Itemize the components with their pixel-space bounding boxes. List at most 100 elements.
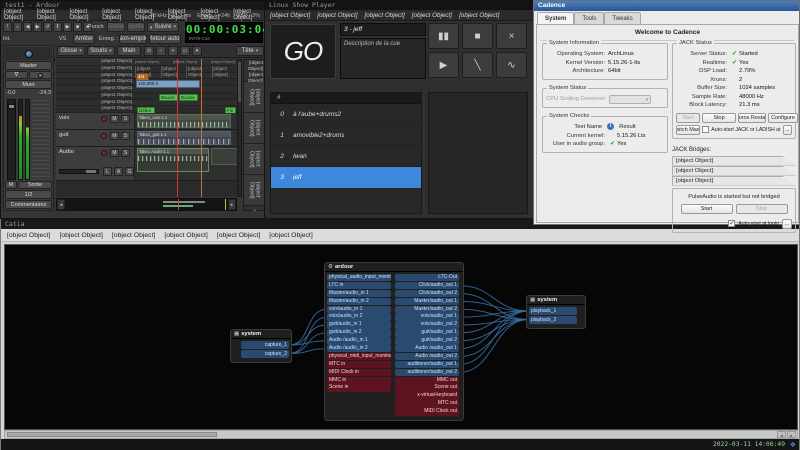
input-port[interactable]: guit/audio_in 1 bbox=[327, 321, 391, 328]
tab-tweaks[interactable]: Tweaks bbox=[604, 12, 640, 24]
mouse-mode-dropdown[interactable]: Souris bbox=[87, 46, 115, 56]
input-port[interactable]: Audio /audio_in 1 bbox=[327, 337, 391, 344]
mute-button[interactable]: Muet bbox=[5, 80, 52, 89]
menu-item[interactable]: [object Object] bbox=[4, 9, 33, 21]
input-port[interactable]: Audio /audio_in 2 bbox=[327, 345, 391, 352]
peak-display[interactable]: -24,3 bbox=[38, 90, 51, 98]
zoom-focus-button[interactable]: ⊙ bbox=[144, 46, 154, 56]
jack-start-button[interactable]: Start bbox=[676, 113, 700, 123]
zoom-preset-button[interactable]: ▾ bbox=[192, 46, 202, 56]
solo-button[interactable]: S bbox=[121, 115, 130, 123]
summary-right-arrow[interactable]: ▸ bbox=[228, 199, 236, 210]
layered-mode-button[interactable]: Non-empilé bbox=[119, 34, 147, 44]
fade-curve-button[interactable]: ∿ bbox=[496, 52, 527, 78]
editor-vscrollbar[interactable] bbox=[237, 59, 242, 197]
record-arm-button[interactable] bbox=[101, 116, 107, 122]
input-port[interactable]: Master/audio_in 1 bbox=[327, 290, 391, 297]
track-row[interactable]: voix M S Take1_voix-1.1 bbox=[56, 113, 237, 130]
ardour-node[interactable]: ⚙ ardour physical_audio_input_monitor_en… bbox=[324, 262, 464, 421]
zoom-fit-button[interactable]: ▭ bbox=[180, 46, 190, 56]
grab-mode-button[interactable]: Main bbox=[117, 46, 141, 56]
input-port[interactable]: physical_midi_input_monitor_enable bbox=[327, 353, 391, 360]
phase-invert-button[interactable]: ∇ bbox=[5, 71, 28, 79]
mute-button[interactable]: M bbox=[110, 149, 119, 157]
track-header[interactable]: guit M S bbox=[56, 130, 135, 146]
cue-row[interactable]: 1 amovible2+drums bbox=[271, 125, 421, 146]
output-port[interactable]: voix/audio_out 2 bbox=[395, 321, 459, 328]
menu-item[interactable]: [object Object] bbox=[412, 12, 452, 19]
audio-output-port[interactable]: capture_1 bbox=[241, 341, 289, 349]
gain-fader[interactable] bbox=[7, 99, 16, 180]
zoom-out-button[interactable]: − bbox=[156, 46, 166, 56]
menu-item[interactable]: [object Object] bbox=[59, 232, 102, 239]
output-port[interactable]: guit/audio_out 2 bbox=[395, 337, 459, 344]
track-row[interactable]: guit M S Take1_guit-1.1 bbox=[56, 130, 237, 147]
output-port[interactable]: x-virtual-keyboard bbox=[395, 392, 459, 399]
play-button[interactable]: ▶ bbox=[63, 22, 72, 32]
io-button[interactable]: 1/2 bbox=[5, 190, 52, 199]
automation-button[interactable]: A bbox=[114, 167, 123, 176]
vs-label[interactable]: VS bbox=[59, 34, 66, 44]
governor-combobox[interactable] bbox=[609, 95, 651, 104]
bridge-tab[interactable]: [object Object] bbox=[672, 176, 796, 186]
menu-item[interactable]: [object Object] bbox=[270, 12, 310, 19]
output-port[interactable]: Click/audio_out 1 bbox=[395, 282, 459, 289]
sidebar-tab[interactable]: [object Object] bbox=[244, 82, 265, 113]
summary-left-arrow[interactable]: ◂ bbox=[57, 199, 65, 210]
audio-output-port[interactable]: capture_2 bbox=[241, 350, 289, 358]
output-port[interactable]: MIDI Clock out bbox=[395, 408, 459, 415]
menu-item[interactable]: [object Object] bbox=[70, 9, 99, 21]
goto-start-button[interactable]: ⌂ bbox=[13, 22, 22, 32]
audio-region[interactable]: Take1_guit-1.1 bbox=[137, 131, 231, 145]
playhead-line[interactable] bbox=[177, 59, 178, 197]
play-button[interactable]: ▶ bbox=[428, 52, 459, 78]
menu-item[interactable]: [object Object] bbox=[365, 12, 405, 19]
cadence-titlebar[interactable]: Cadence bbox=[534, 1, 799, 11]
autostart-jack-checkbox[interactable] bbox=[702, 126, 709, 133]
output-port[interactable]: Audio /audio_out 1 bbox=[395, 345, 459, 352]
menu-item[interactable]: [object Object] bbox=[37, 9, 66, 21]
chevron-down-icon[interactable]: ⌄ bbox=[244, 206, 265, 213]
track-lane[interactable]: Take1_voix-1.1 bbox=[135, 113, 237, 129]
jack-configure-button[interactable]: Configure bbox=[768, 113, 798, 123]
menu-item[interactable]: [object Object] bbox=[7, 232, 50, 239]
rewind-button[interactable]: ◀ bbox=[23, 22, 32, 32]
output-port[interactable]: MMC out bbox=[395, 377, 459, 384]
output-port[interactable]: auditioner/audio_out 2 bbox=[395, 369, 459, 376]
bridge-tab[interactable]: [object Object] bbox=[672, 166, 796, 176]
audio-input-port[interactable]: playback_1 bbox=[529, 307, 577, 315]
cue-description-field[interactable]: Description de la cue bbox=[340, 38, 426, 79]
comments-button[interactable]: Commentaires bbox=[5, 200, 52, 209]
interrupt-button[interactable]: × bbox=[496, 23, 527, 49]
fast-forward-button[interactable]: ▶ bbox=[33, 22, 42, 32]
auto-return-dropdown[interactable]: Retour auto bbox=[149, 34, 181, 44]
pulse-stop-button[interactable]: Stop bbox=[736, 204, 788, 214]
pulse-more-button[interactable]: ... bbox=[782, 219, 792, 229]
sync-source-label[interactable]: Int. bbox=[3, 34, 11, 44]
cue-row[interactable]: 0 à l'aube+drums2 bbox=[271, 104, 421, 125]
punch-in-button[interactable]: Entrée bbox=[107, 22, 125, 32]
track-lane[interactable]: Take1 Audio-1.1 bbox=[135, 147, 237, 180]
summary-view[interactable] bbox=[65, 199, 228, 210]
summary-bar[interactable]: ◂ ▸ bbox=[56, 198, 237, 211]
output-port[interactable]: guit/audio_out 1 bbox=[395, 329, 459, 336]
menu-item[interactable]: [object Object] bbox=[269, 232, 312, 239]
solo-button[interactable]: S bbox=[121, 132, 130, 140]
ruler-row[interactable]: [object Object] bbox=[56, 93, 237, 100]
current-cue-field[interactable]: 3 - jeff bbox=[340, 23, 426, 36]
lsp-titlebar[interactable]: Linux Show Player bbox=[265, 1, 533, 10]
track-gain-slider[interactable] bbox=[59, 169, 99, 174]
output-port[interactable]: voix/audio_out 1 bbox=[395, 313, 459, 320]
solo-button[interactable]: S bbox=[121, 149, 130, 157]
cue-row[interactable]: 2 Iwan bbox=[271, 146, 421, 167]
scrollbar-thumb[interactable] bbox=[7, 432, 217, 437]
menu-item[interactable]: [object Object] bbox=[164, 232, 207, 239]
layer-button[interactable]: L bbox=[103, 167, 112, 176]
transport-clock[interactable]: 00:00:03:04 INT/8-C16 bbox=[185, 22, 263, 43]
track-header[interactable]: voix M S bbox=[56, 113, 135, 129]
tab-system[interactable]: System bbox=[537, 12, 574, 24]
input-port[interactable]: MIDI Clock in bbox=[327, 369, 391, 376]
pan-knob-button[interactable] bbox=[29, 71, 52, 79]
follow-edits-dropdown[interactable]: Suivre bbox=[147, 22, 179, 32]
ruler-area[interactable]: [object Object][object Object][object Ob… bbox=[56, 59, 237, 113]
